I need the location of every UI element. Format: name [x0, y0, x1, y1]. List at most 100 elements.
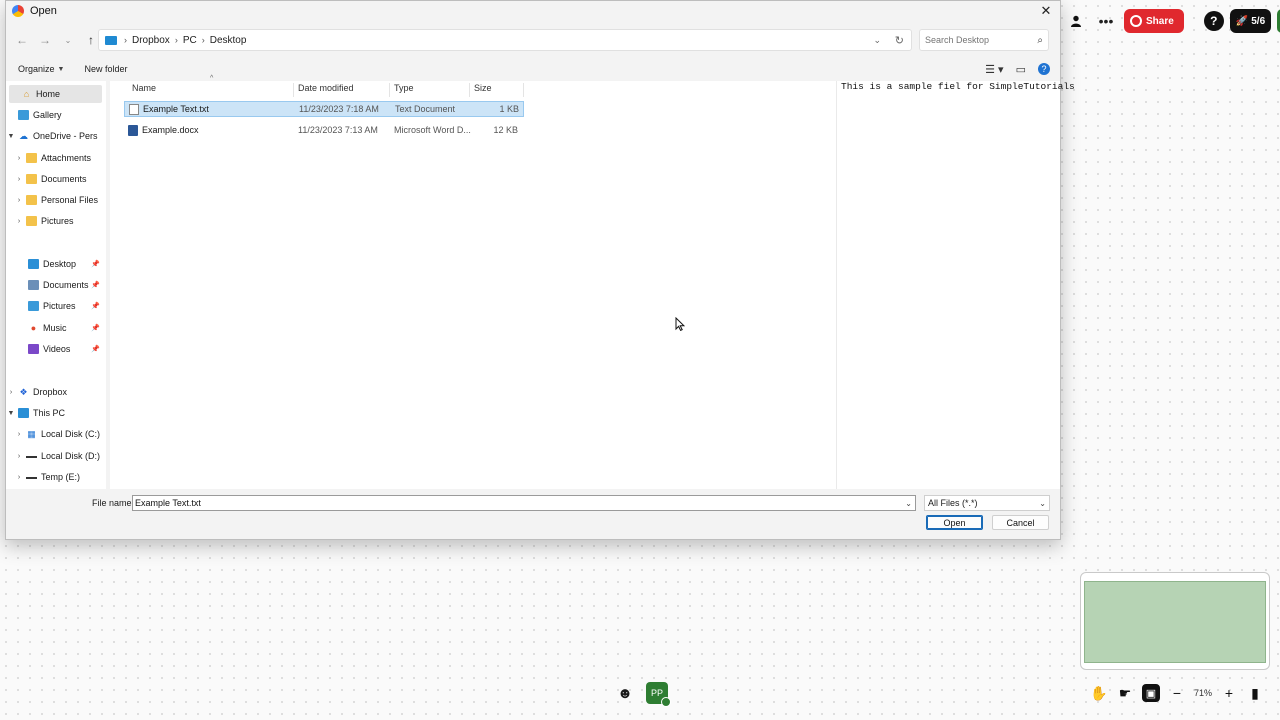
file-row[interactable]: Example.docx 11/23/2023 7:13 AM Microsof… — [124, 122, 524, 138]
file-row[interactable]: Example Text.txt 11/23/2023 7:18 AM Text… — [124, 101, 524, 117]
nav-item-pictures[interactable]: › Pictures — [6, 212, 106, 230]
help-icon[interactable]: ? — [1038, 63, 1050, 75]
windows-drive-icon: ▦ — [27, 428, 36, 439]
nav-label: Music — [43, 323, 67, 333]
open-button[interactable]: Open — [926, 515, 983, 530]
nav-label: Attachments — [41, 153, 92, 163]
forward-arrow-icon[interactable]: → — [35, 30, 55, 50]
nav-item-gallery[interactable]: Gallery — [6, 106, 106, 124]
gallery-icon — [18, 110, 29, 120]
chevron-down-icon[interactable]: ⌄ — [873, 35, 881, 46]
hand-icon[interactable]: ✋ — [1090, 684, 1108, 702]
pin-icon[interactable]: 📌 — [91, 302, 100, 310]
text-file-icon — [129, 103, 139, 115]
breadcrumb-desktop[interactable]: Desktop — [210, 35, 247, 46]
nav-label: Pictures — [41, 216, 74, 226]
cancel-button[interactable]: Cancel — [992, 515, 1049, 530]
address-bar[interactable]: › Dropbox › PC › Desktop ⌄ ↻ — [98, 29, 912, 51]
command-bar: Organize ▼ New folder ☰ ▾ ▭ ? — [6, 61, 1060, 77]
recent-chevron-icon[interactable]: ⌄ — [58, 30, 78, 50]
nav-label: Documents — [43, 280, 89, 290]
folder-icon — [26, 153, 37, 163]
nav-label: Local Disk (C:) — [41, 429, 101, 439]
column-type[interactable]: Type — [390, 83, 470, 97]
nav-item-quick-music[interactable]: ● Music 📌 — [6, 319, 106, 337]
nav-item-quick-documents[interactable]: Documents 📌 — [6, 276, 106, 294]
word-file-icon — [128, 124, 138, 136]
dropbox-icon: ❖ — [19, 386, 28, 397]
emoji-icon[interactable]: ☻ — [614, 682, 636, 704]
pointer-icon[interactable]: ☛ — [1116, 684, 1134, 702]
nav-label: Pictures — [43, 301, 76, 311]
folder-icon — [26, 174, 37, 184]
zoom-out-button[interactable]: − — [1168, 684, 1186, 702]
nav-item-quick-desktop[interactable]: Desktop 📌 — [6, 255, 106, 273]
board-icon[interactable]: ▣ — [1142, 684, 1160, 702]
new-folder-button[interactable]: New folder — [84, 64, 127, 74]
chevron-right-icon[interactable]: › — [14, 453, 24, 460]
column-date-modified[interactable]: Date modified — [294, 83, 390, 97]
nav-item-attachments[interactable]: › Attachments — [6, 149, 106, 167]
organize-button[interactable]: Organize ▼ — [18, 64, 64, 74]
nav-item-onedrive[interactable]: ▼ ☁ OneDrive - Pers — [6, 127, 106, 145]
share-button[interactable]: Share — [1124, 9, 1184, 33]
file-type: Text Document — [395, 104, 456, 114]
preview-pane-icon[interactable]: ▭ — [1016, 63, 1026, 76]
close-icon[interactable]: ✕ — [1038, 3, 1054, 19]
pin-icon[interactable]: 📌 — [91, 345, 100, 353]
user-icon[interactable] — [1064, 9, 1088, 33]
column-name[interactable]: Name — [128, 83, 294, 97]
more-icon[interactable]: ••• — [1094, 9, 1118, 33]
rocket-icon: 🚀 — [1235, 15, 1249, 27]
nav-item-quick-pictures[interactable]: Pictures 📌 — [6, 297, 106, 315]
navigation-pane: ⌂ Home Gallery ▼ ☁ OneDrive - Pers › Atta… — [6, 81, 106, 489]
chevron-down-icon[interactable]: ▼ — [6, 133, 16, 140]
zoom-in-button[interactable]: + — [1220, 684, 1238, 702]
breadcrumb-pc[interactable]: PC — [183, 35, 197, 46]
nav-item-this-pc[interactable]: ▼ This PC — [6, 404, 106, 422]
chevron-right-icon[interactable]: › — [14, 218, 24, 225]
minimap-viewport[interactable] — [1084, 581, 1266, 663]
dialog-titlebar: Open ✕ — [6, 1, 1060, 21]
chevron-down-icon[interactable]: ▼ — [6, 410, 16, 417]
chevron-right-icon[interactable]: › — [14, 431, 24, 438]
help-button[interactable]: ? — [1203, 11, 1224, 31]
minimap[interactable] — [1080, 572, 1270, 670]
file-type-select[interactable]: All Files (*.*) ⌄ — [924, 495, 1050, 511]
presence-avatar[interactable]: PP — [646, 682, 671, 707]
chevron-right-icon[interactable]: › — [14, 176, 24, 183]
pin-icon[interactable]: 📌 — [91, 281, 100, 289]
refresh-icon[interactable]: ↻ — [895, 34, 904, 47]
chevron-down-icon: ▼ — [57, 65, 65, 73]
nav-item-disk-d[interactable]: › Local Disk (D:) — [6, 447, 106, 465]
search-input[interactable] — [925, 35, 1030, 45]
nav-item-documents[interactable]: › Documents — [6, 170, 106, 188]
column-size[interactable]: Size — [470, 83, 524, 97]
pin-icon[interactable]: 📌 — [91, 324, 100, 332]
chevron-right-icon[interactable]: › — [14, 155, 24, 162]
view-menu-icon[interactable]: ☰ ▾ — [985, 63, 1003, 76]
nav-label: Dropbox — [33, 387, 68, 397]
rocket-button[interactable]: 🚀 5/6 — [1229, 9, 1272, 33]
file-size: 1 KB — [499, 104, 519, 114]
chevron-right-icon[interactable]: › — [14, 474, 24, 481]
nav-item-quick-videos[interactable]: Videos 📌 — [6, 340, 106, 358]
pc-icon — [18, 408, 29, 418]
file-name-input[interactable] — [135, 498, 895, 508]
back-arrow-icon[interactable]: ← — [12, 30, 32, 50]
file-date: 11/23/2023 7:13 AM — [298, 125, 378, 135]
chevron-down-icon[interactable]: ⌄ — [905, 499, 912, 508]
breadcrumb-dropbox[interactable]: Dropbox — [132, 35, 170, 46]
nav-item-personal-files[interactable]: › Personal Files — [6, 191, 106, 209]
search-box[interactable]: ⌕ — [919, 29, 1049, 51]
pin-icon[interactable]: 📌 — [91, 260, 100, 268]
chevron-right-icon[interactable]: › — [6, 389, 16, 396]
chevron-right-icon[interactable]: › — [14, 197, 24, 204]
nav-item-dropbox[interactable]: › ❖ Dropbox — [6, 383, 106, 401]
file-name-combobox[interactable]: ⌄ — [132, 495, 916, 511]
nav-item-disk-c[interactable]: › ▦ Local Disk (C:) — [6, 425, 106, 443]
nav-item-home[interactable]: ⌂ Home — [9, 85, 102, 103]
panel-icon[interactable]: ▮ — [1246, 684, 1264, 702]
folder-icon — [26, 195, 37, 205]
nav-item-temp-e[interactable]: › Temp (E:) — [6, 468, 106, 486]
